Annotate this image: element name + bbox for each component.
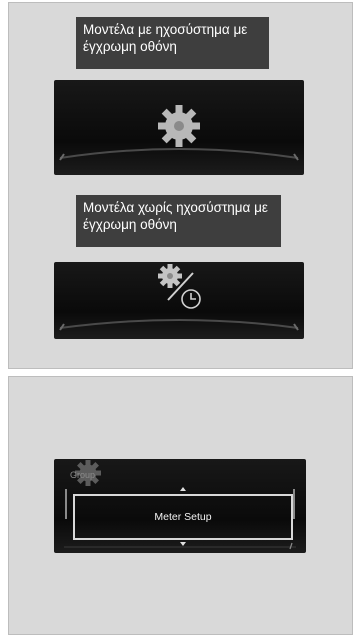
group-label: Group: [70, 470, 96, 480]
meter-setup-label: Meter Setup: [154, 511, 212, 523]
label-non-color-audio-models: Μοντέλα χωρίς ηχοσύστημα με έγχρωμη οθόν…: [76, 195, 281, 247]
meter-setup-item: Meter Setup: [73, 494, 293, 540]
gear-icon: [158, 105, 200, 147]
label-color-audio-models: Μοντέλα με ηχοσύστημα με έγχρωμη οθόνη: [76, 17, 269, 69]
gear-clock-icon: [158, 264, 201, 309]
screen-color-audio: [54, 80, 304, 175]
screen-non-color-audio: [54, 262, 304, 339]
scroll-up-arrow-icon: [180, 487, 186, 491]
scroll-down-arrow-icon: [180, 542, 186, 546]
